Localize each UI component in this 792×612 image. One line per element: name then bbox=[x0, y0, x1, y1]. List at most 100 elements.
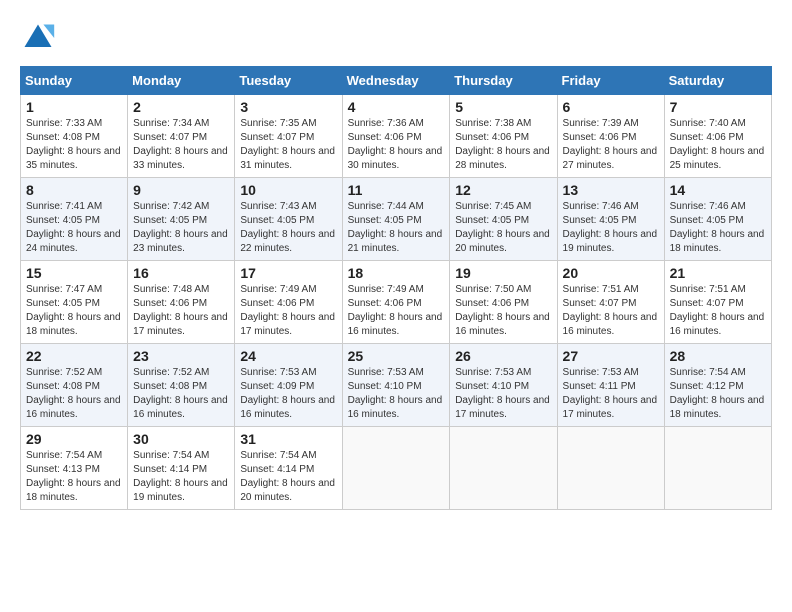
table-row: 19 Sunrise: 7:50 AMSunset: 4:06 PMDaylig… bbox=[450, 261, 557, 344]
day-info: Sunrise: 7:40 AMSunset: 4:06 PMDaylight:… bbox=[670, 118, 765, 171]
day-info: Sunrise: 7:41 AMSunset: 4:05 PMDaylight:… bbox=[26, 201, 121, 254]
day-number: 1 bbox=[26, 99, 122, 115]
day-number: 30 bbox=[133, 431, 229, 447]
day-number: 7 bbox=[670, 99, 766, 115]
table-row: 15 Sunrise: 7:47 AMSunset: 4:05 PMDaylig… bbox=[21, 261, 128, 344]
header-friday: Friday bbox=[557, 67, 664, 95]
day-info: Sunrise: 7:52 AMSunset: 4:08 PMDaylight:… bbox=[133, 367, 228, 420]
table-row: 16 Sunrise: 7:48 AMSunset: 4:06 PMDaylig… bbox=[128, 261, 235, 344]
day-info: Sunrise: 7:54 AMSunset: 4:14 PMDaylight:… bbox=[133, 450, 228, 503]
day-info: Sunrise: 7:46 AMSunset: 4:05 PMDaylight:… bbox=[563, 201, 658, 254]
day-number: 6 bbox=[563, 99, 659, 115]
day-info: Sunrise: 7:48 AMSunset: 4:06 PMDaylight:… bbox=[133, 284, 228, 337]
day-number: 2 bbox=[133, 99, 229, 115]
table-row: 14 Sunrise: 7:46 AMSunset: 4:05 PMDaylig… bbox=[664, 178, 771, 261]
day-number: 12 bbox=[455, 182, 551, 198]
header-wednesday: Wednesday bbox=[342, 67, 450, 95]
day-number: 14 bbox=[670, 182, 766, 198]
day-info: Sunrise: 7:54 AMSunset: 4:13 PMDaylight:… bbox=[26, 450, 121, 503]
header-tuesday: Tuesday bbox=[235, 67, 342, 95]
day-info: Sunrise: 7:53 AMSunset: 4:10 PMDaylight:… bbox=[455, 367, 550, 420]
day-number: 16 bbox=[133, 265, 229, 281]
table-row: 24 Sunrise: 7:53 AMSunset: 4:09 PMDaylig… bbox=[235, 344, 342, 427]
day-info: Sunrise: 7:43 AMSunset: 4:05 PMDaylight:… bbox=[240, 201, 335, 254]
table-row: 28 Sunrise: 7:54 AMSunset: 4:12 PMDaylig… bbox=[664, 344, 771, 427]
day-info: Sunrise: 7:45 AMSunset: 4:05 PMDaylight:… bbox=[455, 201, 550, 254]
calendar-week-row: 1 Sunrise: 7:33 AMSunset: 4:08 PMDayligh… bbox=[21, 95, 772, 178]
table-row: 17 Sunrise: 7:49 AMSunset: 4:06 PMDaylig… bbox=[235, 261, 342, 344]
day-info: Sunrise: 7:33 AMSunset: 4:08 PMDaylight:… bbox=[26, 118, 121, 171]
weekday-header-row: Sunday Monday Tuesday Wednesday Thursday… bbox=[21, 67, 772, 95]
day-number: 31 bbox=[240, 431, 336, 447]
day-number: 25 bbox=[348, 348, 445, 364]
day-number: 20 bbox=[563, 265, 659, 281]
day-number: 15 bbox=[26, 265, 122, 281]
day-info: Sunrise: 7:50 AMSunset: 4:06 PMDaylight:… bbox=[455, 284, 550, 337]
table-row: 27 Sunrise: 7:53 AMSunset: 4:11 PMDaylig… bbox=[557, 344, 664, 427]
table-row: 18 Sunrise: 7:49 AMSunset: 4:06 PMDaylig… bbox=[342, 261, 450, 344]
table-row: 1 Sunrise: 7:33 AMSunset: 4:08 PMDayligh… bbox=[21, 95, 128, 178]
day-number: 5 bbox=[455, 99, 551, 115]
day-info: Sunrise: 7:49 AMSunset: 4:06 PMDaylight:… bbox=[348, 284, 443, 337]
header-thursday: Thursday bbox=[450, 67, 557, 95]
table-row: 23 Sunrise: 7:52 AMSunset: 4:08 PMDaylig… bbox=[128, 344, 235, 427]
table-row: 12 Sunrise: 7:45 AMSunset: 4:05 PMDaylig… bbox=[450, 178, 557, 261]
calendar-week-row: 29 Sunrise: 7:54 AMSunset: 4:13 PMDaylig… bbox=[21, 427, 772, 510]
table-row: 10 Sunrise: 7:43 AMSunset: 4:05 PMDaylig… bbox=[235, 178, 342, 261]
day-info: Sunrise: 7:46 AMSunset: 4:05 PMDaylight:… bbox=[670, 201, 765, 254]
day-info: Sunrise: 7:44 AMSunset: 4:05 PMDaylight:… bbox=[348, 201, 443, 254]
day-info: Sunrise: 7:34 AMSunset: 4:07 PMDaylight:… bbox=[133, 118, 228, 171]
day-number: 21 bbox=[670, 265, 766, 281]
day-number: 8 bbox=[26, 182, 122, 198]
table-row: 2 Sunrise: 7:34 AMSunset: 4:07 PMDayligh… bbox=[128, 95, 235, 178]
day-info: Sunrise: 7:53 AMSunset: 4:11 PMDaylight:… bbox=[563, 367, 658, 420]
day-number: 17 bbox=[240, 265, 336, 281]
table-row: 9 Sunrise: 7:42 AMSunset: 4:05 PMDayligh… bbox=[128, 178, 235, 261]
table-row: 11 Sunrise: 7:44 AMSunset: 4:05 PMDaylig… bbox=[342, 178, 450, 261]
table-row: 5 Sunrise: 7:38 AMSunset: 4:06 PMDayligh… bbox=[450, 95, 557, 178]
table-row: 7 Sunrise: 7:40 AMSunset: 4:06 PMDayligh… bbox=[664, 95, 771, 178]
table-row: 6 Sunrise: 7:39 AMSunset: 4:06 PMDayligh… bbox=[557, 95, 664, 178]
empty-cell bbox=[450, 427, 557, 510]
day-info: Sunrise: 7:38 AMSunset: 4:06 PMDaylight:… bbox=[455, 118, 550, 171]
table-row: 21 Sunrise: 7:51 AMSunset: 4:07 PMDaylig… bbox=[664, 261, 771, 344]
day-number: 26 bbox=[455, 348, 551, 364]
table-row: 25 Sunrise: 7:53 AMSunset: 4:10 PMDaylig… bbox=[342, 344, 450, 427]
day-info: Sunrise: 7:51 AMSunset: 4:07 PMDaylight:… bbox=[563, 284, 658, 337]
header-monday: Monday bbox=[128, 67, 235, 95]
day-info: Sunrise: 7:36 AMSunset: 4:06 PMDaylight:… bbox=[348, 118, 443, 171]
table-row: 4 Sunrise: 7:36 AMSunset: 4:06 PMDayligh… bbox=[342, 95, 450, 178]
day-number: 3 bbox=[240, 99, 336, 115]
day-number: 4 bbox=[348, 99, 445, 115]
calendar-week-row: 22 Sunrise: 7:52 AMSunset: 4:08 PMDaylig… bbox=[21, 344, 772, 427]
day-number: 13 bbox=[563, 182, 659, 198]
table-row: 22 Sunrise: 7:52 AMSunset: 4:08 PMDaylig… bbox=[21, 344, 128, 427]
day-info: Sunrise: 7:49 AMSunset: 4:06 PMDaylight:… bbox=[240, 284, 335, 337]
page-header bbox=[20, 20, 772, 56]
calendar-week-row: 8 Sunrise: 7:41 AMSunset: 4:05 PMDayligh… bbox=[21, 178, 772, 261]
day-number: 10 bbox=[240, 182, 336, 198]
empty-cell bbox=[664, 427, 771, 510]
day-number: 19 bbox=[455, 265, 551, 281]
day-info: Sunrise: 7:53 AMSunset: 4:09 PMDaylight:… bbox=[240, 367, 335, 420]
table-row: 30 Sunrise: 7:54 AMSunset: 4:14 PMDaylig… bbox=[128, 427, 235, 510]
table-row: 3 Sunrise: 7:35 AMSunset: 4:07 PMDayligh… bbox=[235, 95, 342, 178]
calendar-table: Sunday Monday Tuesday Wednesday Thursday… bbox=[20, 66, 772, 510]
day-info: Sunrise: 7:42 AMSunset: 4:05 PMDaylight:… bbox=[133, 201, 228, 254]
day-number: 11 bbox=[348, 182, 445, 198]
day-number: 9 bbox=[133, 182, 229, 198]
table-row: 31 Sunrise: 7:54 AMSunset: 4:14 PMDaylig… bbox=[235, 427, 342, 510]
day-number: 29 bbox=[26, 431, 122, 447]
day-info: Sunrise: 7:52 AMSunset: 4:08 PMDaylight:… bbox=[26, 367, 121, 420]
table-row: 13 Sunrise: 7:46 AMSunset: 4:05 PMDaylig… bbox=[557, 178, 664, 261]
logo bbox=[20, 20, 62, 56]
day-info: Sunrise: 7:51 AMSunset: 4:07 PMDaylight:… bbox=[670, 284, 765, 337]
day-number: 27 bbox=[563, 348, 659, 364]
table-row: 20 Sunrise: 7:51 AMSunset: 4:07 PMDaylig… bbox=[557, 261, 664, 344]
calendar-week-row: 15 Sunrise: 7:47 AMSunset: 4:05 PMDaylig… bbox=[21, 261, 772, 344]
day-info: Sunrise: 7:54 AMSunset: 4:12 PMDaylight:… bbox=[670, 367, 765, 420]
day-info: Sunrise: 7:35 AMSunset: 4:07 PMDaylight:… bbox=[240, 118, 335, 171]
day-number: 22 bbox=[26, 348, 122, 364]
day-number: 23 bbox=[133, 348, 229, 364]
logo-icon bbox=[20, 20, 56, 56]
